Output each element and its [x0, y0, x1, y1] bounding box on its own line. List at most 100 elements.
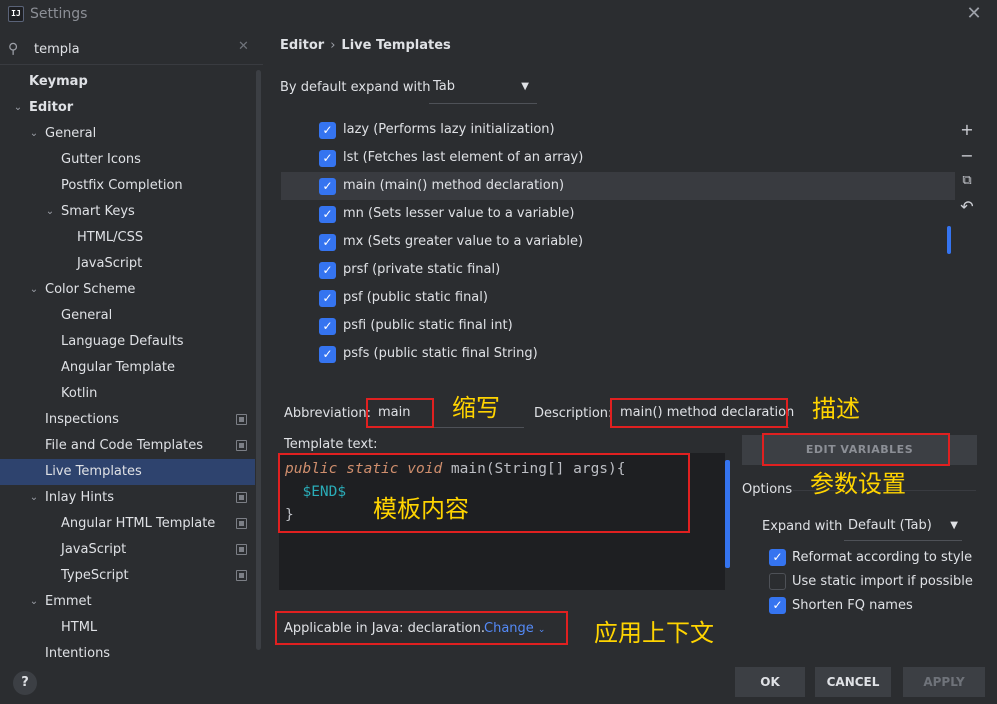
template-row[interactable]: ✓ lazy (Performs lazy initialization): [281, 116, 955, 144]
sidebar-item-label: JavaScript: [61, 542, 127, 557]
template-checkbox[interactable]: ✓: [319, 234, 336, 251]
template-checkbox[interactable]: ✓: [319, 206, 336, 223]
sidebar-item[interactable]: HTML/CSS: [0, 225, 255, 251]
chevron-down-icon[interactable]: ⌄: [28, 121, 40, 147]
sidebar-item[interactable]: Inspections: [0, 407, 255, 433]
sidebar-item[interactable]: Live Templates: [0, 459, 255, 485]
breadcrumb-separator: ›: [330, 38, 336, 53]
search-input[interactable]: [34, 39, 234, 59]
sidebar-item[interactable]: ⌄ Inlay Hints: [0, 485, 255, 511]
annotation-box-context: [275, 611, 568, 645]
option-label: Use static import if possible: [792, 574, 973, 589]
sidebar-item[interactable]: ⌄ General: [0, 121, 255, 147]
sidebar-item[interactable]: HTML: [0, 615, 255, 641]
chevron-down-icon[interactable]: ⌄: [44, 199, 56, 225]
sidebar-item[interactable]: Language Defaults: [0, 329, 255, 355]
chevron-down-icon[interactable]: ⌄: [28, 277, 40, 303]
remove-icon[interactable]: −: [957, 146, 977, 166]
template-checkbox[interactable]: ✓: [319, 318, 336, 335]
chevron-down-icon[interactable]: ⌄: [12, 95, 24, 121]
expand-label: By default expand with: [280, 80, 431, 95]
template-label: psf (public static final): [343, 290, 488, 305]
clear-search-icon[interactable]: ✕: [238, 39, 249, 54]
sidebar-item-label: Intentions: [45, 646, 111, 659]
expand-with-select[interactable]: Default (Tab) ▼: [844, 511, 962, 541]
sidebar-item[interactable]: Intentions: [0, 641, 255, 659]
ok-button[interactable]: OK: [735, 667, 805, 697]
template-label: mn (Sets lesser value to a variable): [343, 206, 575, 221]
template-row[interactable]: ✓ mx (Sets greater value to a variable): [281, 228, 955, 256]
sidebar-scrollbar[interactable]: [256, 70, 261, 650]
annotation-box-abbreviation: [366, 398, 434, 428]
main-panel: Editor › Live Templates By default expand …: [263, 30, 997, 704]
sidebar-item[interactable]: JavaScript: [0, 251, 255, 277]
sidebar-item-label: Inspections: [45, 412, 119, 427]
template-checkbox[interactable]: ✓: [319, 290, 336, 307]
template-checkbox[interactable]: ✓: [319, 178, 336, 195]
sidebar-item[interactable]: Angular HTML Template: [0, 511, 255, 537]
add-icon[interactable]: +: [957, 120, 977, 140]
sidebar-item[interactable]: TypeScript: [0, 563, 255, 589]
sidebar-item[interactable]: ⌄ Smart Keys: [0, 199, 255, 225]
expand-key-select[interactable]: Tab ▼: [429, 72, 537, 104]
sidebar-item-label: General: [45, 126, 97, 141]
template-checkbox[interactable]: ✓: [319, 346, 336, 363]
template-row[interactable]: ✓ psfi (public static final int): [281, 312, 955, 340]
chevron-down-icon[interactable]: ⌄: [28, 589, 40, 615]
project-scope-icon: [236, 414, 247, 425]
template-label: psfi (public static final int): [343, 318, 513, 333]
sidebar-item-label: Editor: [29, 100, 74, 115]
sidebar-item[interactable]: File and Code Templates: [0, 433, 255, 459]
template-row[interactable]: ✓ lst (Fetches last element of an array): [281, 144, 955, 172]
sidebar-item[interactable]: ⌄ Emmet: [0, 589, 255, 615]
apply-button[interactable]: APPLY: [903, 667, 985, 697]
sidebar-item[interactable]: Kotlin: [0, 381, 255, 407]
editor-scrollbar[interactable]: [725, 460, 730, 568]
sidebar-item[interactable]: Keymap: [0, 69, 255, 95]
sidebar-item[interactable]: Angular Template: [0, 355, 255, 381]
sidebar-item[interactable]: Postfix Completion: [0, 173, 255, 199]
template-checkbox[interactable]: ✓: [319, 262, 336, 279]
template-row[interactable]: ✓ main (main() method declaration): [281, 172, 955, 200]
sidebar-item-label: Kotlin: [61, 386, 98, 401]
help-button[interactable]: ?: [13, 671, 37, 695]
template-row[interactable]: ✓ mn (Sets lesser value to a variable): [281, 200, 955, 228]
restore-icon[interactable]: ↶: [957, 197, 977, 217]
annotation-box-description: [610, 398, 788, 428]
template-checkbox[interactable]: ✓: [319, 150, 336, 167]
template-list-scrollbar[interactable]: [947, 226, 951, 254]
close-icon[interactable]: ✕: [964, 4, 984, 24]
chevron-down-icon[interactable]: ⌄: [28, 485, 40, 511]
option-checkbox[interactable]: [769, 573, 786, 590]
window-title: Settings: [30, 6, 88, 22]
project-scope-icon: [236, 544, 247, 555]
template-label: psfs (public static final String): [343, 346, 538, 361]
expand-key-value: Tab: [433, 79, 456, 94]
sidebar-item-label: JavaScript: [77, 256, 143, 271]
copy-icon[interactable]: ⧉: [957, 171, 977, 191]
template-label: prsf (private static final): [343, 262, 501, 277]
sidebar-item[interactable]: JavaScript: [0, 537, 255, 563]
annotation-context: 应用上下文: [594, 619, 714, 647]
sidebar-item[interactable]: ⌄ Editor: [0, 95, 255, 121]
settings-sidebar: ⚲ ✕ Keymap ⌄ Editor ⌄ General Gutter Icons Pos…: [0, 30, 263, 704]
divider: [0, 64, 263, 65]
sidebar-item-label: HTML/CSS: [77, 230, 144, 245]
breadcrumb-parent[interactable]: Editor: [280, 38, 324, 53]
template-row[interactable]: ✓ psf (public static final): [281, 284, 955, 312]
sidebar-item[interactable]: Gutter Icons: [0, 147, 255, 173]
option-checkbox[interactable]: ✓: [769, 549, 786, 566]
sidebar-item-label: Language Defaults: [61, 334, 184, 349]
annotation-template-content: 模板内容: [373, 495, 469, 523]
sidebar-item[interactable]: General: [0, 303, 255, 329]
sidebar-item-label: Emmet: [45, 594, 92, 609]
template-row[interactable]: ✓ prsf (private static final): [281, 256, 955, 284]
option-checkbox[interactable]: ✓: [769, 597, 786, 614]
template-checkbox[interactable]: ✓: [319, 122, 336, 139]
search-icon: ⚲: [8, 41, 19, 57]
template-row[interactable]: ✓ psfs (public static final String): [281, 340, 955, 368]
cancel-button[interactable]: CANCEL: [815, 667, 891, 697]
annotation-box-variables: [762, 433, 950, 466]
sidebar-item[interactable]: ⌄ Color Scheme: [0, 277, 255, 303]
template-label: lst (Fetches last element of an array): [343, 150, 584, 165]
